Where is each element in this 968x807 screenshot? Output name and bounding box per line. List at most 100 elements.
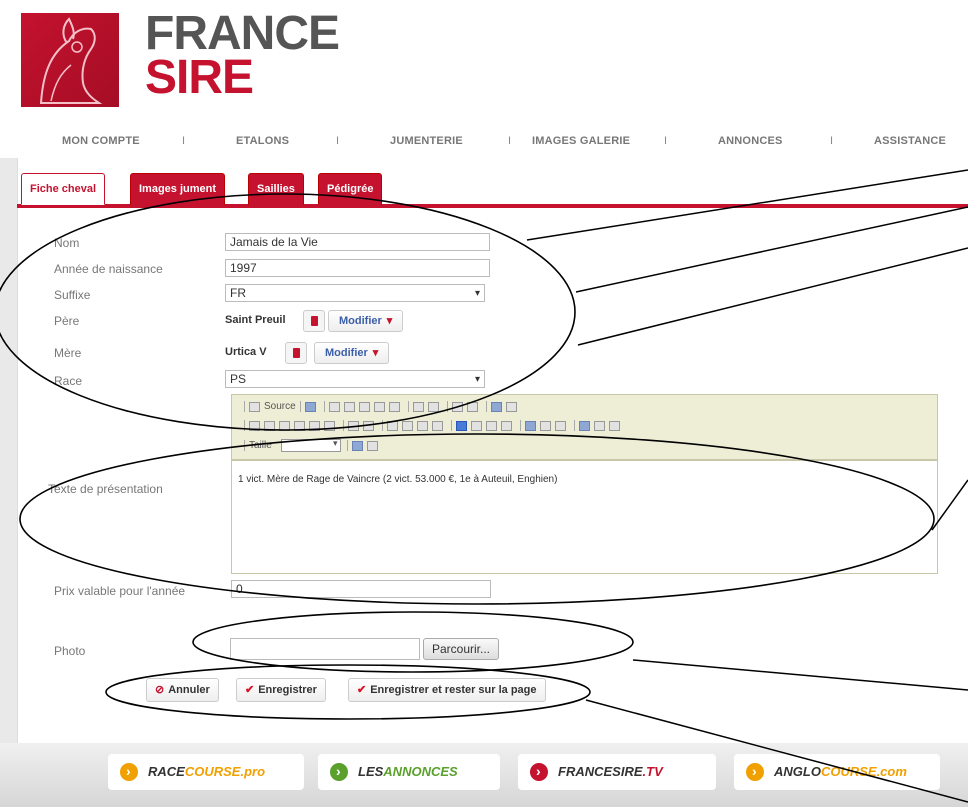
cancel-icon: ⊘ xyxy=(155,684,165,696)
pere-modifier-button[interactable]: Modifier ▾ xyxy=(328,310,404,332)
italic-icon[interactable] xyxy=(264,420,275,431)
toolbar-row-2 xyxy=(240,420,624,431)
nav-jumenterie[interactable]: JUMENTERIE xyxy=(390,135,463,147)
strike-icon[interactable] xyxy=(294,420,305,431)
save-and-stay-label: Enregistrer et rester sur la page xyxy=(370,684,537,696)
blockquote-icon[interactable] xyxy=(417,420,428,431)
footer-link-racecourse[interactable]: RACECOURSE.pro xyxy=(108,753,304,790)
source-icon[interactable] xyxy=(249,401,260,412)
replace-icon[interactable] xyxy=(466,401,478,412)
logo-text[interactable]: FRANCE SIRE xyxy=(145,7,340,102)
save-and-stay-button[interactable]: ✔ Enregistrer et rester sur la page xyxy=(348,678,546,702)
footer-link-francesire-tv-b: .TV xyxy=(642,764,663,779)
nav-images-galerie[interactable]: IMAGES GALERIE xyxy=(532,135,630,147)
pere-label: Père xyxy=(54,314,80,328)
bold-icon[interactable] xyxy=(249,420,260,431)
superscript-icon[interactable] xyxy=(324,420,335,431)
nav-annonces[interactable]: ANNONCES xyxy=(718,135,783,147)
div-icon[interactable] xyxy=(432,420,443,431)
arrow-circle-icon xyxy=(746,753,764,789)
check-icon: ✔ xyxy=(245,684,255,696)
browse-button[interactable]: Parcourir... xyxy=(423,638,500,660)
copy-icon[interactable] xyxy=(343,401,355,412)
save-icon[interactable] xyxy=(304,401,316,412)
numbered-list-icon[interactable] xyxy=(348,420,359,431)
prix-field[interactable]: 0 xyxy=(231,580,491,598)
redo-icon[interactable] xyxy=(427,401,439,412)
outdent-icon[interactable] xyxy=(387,420,398,431)
race-select[interactable]: PS ▾ xyxy=(225,370,485,388)
paste-text-icon[interactable] xyxy=(373,401,385,412)
footer-link-lesannonces-a: LES xyxy=(358,764,384,779)
chevron-down-icon: ▾ xyxy=(333,438,338,448)
mere-delete-button[interactable] xyxy=(285,342,307,364)
trash-icon xyxy=(311,316,318,326)
paste-word-icon[interactable] xyxy=(388,401,400,412)
nav-etalons[interactable]: ETALONS xyxy=(236,135,289,147)
arrow-circle-icon xyxy=(330,753,348,789)
nav-separator: I xyxy=(508,135,512,147)
nav-separator: I xyxy=(664,135,668,147)
footer-link-anglocourse-a: ANGLO xyxy=(774,764,821,779)
maximize-icon[interactable] xyxy=(352,440,364,451)
modifier-label: Modifier xyxy=(339,315,382,327)
mere-modifier-button[interactable]: Modifier ▾ xyxy=(314,342,390,364)
cut-icon[interactable] xyxy=(328,401,340,412)
tab-images-jument[interactable]: Images jument xyxy=(130,173,226,205)
arrow-circle-icon xyxy=(530,753,548,789)
source-button[interactable]: Source xyxy=(264,401,296,412)
unlink-icon[interactable] xyxy=(540,420,551,431)
tab-pedigree[interactable]: Pédigrée xyxy=(318,173,383,205)
presentation-editor[interactable]: 1 vict. Mère de Rage de Vaincre (2 vict.… xyxy=(231,460,938,574)
annee-field[interactable]: 1997 xyxy=(225,259,490,277)
logo-horse-icon[interactable] xyxy=(21,13,119,107)
nav-separator: I xyxy=(336,135,340,147)
align-right-icon[interactable] xyxy=(486,420,497,431)
annee-label: Année de naissance xyxy=(54,262,163,276)
nav-mon-compte[interactable]: MON COMPTE xyxy=(62,135,140,147)
align-left-icon[interactable] xyxy=(456,420,467,431)
tab-fiche-cheval[interactable]: Fiche cheval xyxy=(21,173,106,205)
footer-link-lesannonces[interactable]: LESANNONCES xyxy=(318,753,500,790)
save-button[interactable]: ✔ Enregistrer xyxy=(236,678,326,702)
rich-text-toolbar: Source Taille ▾ xyxy=(231,394,938,460)
image-icon[interactable] xyxy=(579,420,590,431)
footer-link-francesire-tv[interactable]: FRANCESIRE.TV xyxy=(518,753,716,790)
anchor-icon[interactable] xyxy=(555,420,566,431)
align-center-icon[interactable] xyxy=(471,420,482,431)
underline-icon[interactable] xyxy=(279,420,290,431)
nav-separator: I xyxy=(830,135,834,147)
footer-link-anglocourse-b: COURSE.com xyxy=(820,764,907,779)
cancel-button[interactable]: ⊘ Annuler xyxy=(146,678,219,702)
mere-value: Urtica V xyxy=(225,346,267,358)
tab-saillies[interactable]: Saillies xyxy=(248,173,304,205)
bullet-list-icon[interactable] xyxy=(363,420,374,431)
suffixe-select[interactable]: FR ▾ xyxy=(225,284,485,302)
nom-field[interactable]: Jamais de la Vie xyxy=(225,233,490,251)
smiley-icon[interactable] xyxy=(609,420,620,431)
link-icon[interactable] xyxy=(525,420,536,431)
subscript-icon[interactable] xyxy=(309,420,320,431)
font-size-label: Taille xyxy=(249,440,272,452)
select-all-icon[interactable] xyxy=(490,401,502,412)
pere-delete-button[interactable] xyxy=(303,310,325,332)
paste-icon[interactable] xyxy=(358,401,370,412)
remove-format-icon[interactable] xyxy=(505,401,517,412)
footer-link-racecourse-b: COURSE.pro xyxy=(184,764,266,779)
logo-line-1: FRANCE xyxy=(145,7,340,60)
photo-file-field[interactable] xyxy=(230,638,420,660)
show-blocks-icon[interactable] xyxy=(367,440,379,451)
mere-label: Mère xyxy=(54,346,82,360)
find-icon[interactable] xyxy=(451,401,463,412)
caret-down-icon: ▾ xyxy=(372,347,379,359)
footer-link-anglocourse[interactable]: ANGLOCOURSE.com xyxy=(734,753,940,790)
save-label: Enregistrer xyxy=(258,684,317,696)
photo-label: Photo xyxy=(54,644,86,658)
justify-icon[interactable] xyxy=(501,420,512,431)
font-size-select[interactable]: ▾ xyxy=(280,438,341,452)
nav-assistance[interactable]: ASSISTANCE xyxy=(874,135,946,147)
modifier-label: Modifier xyxy=(325,347,368,359)
indent-icon[interactable] xyxy=(402,420,413,431)
undo-icon[interactable] xyxy=(412,401,424,412)
table-icon[interactable] xyxy=(594,420,605,431)
